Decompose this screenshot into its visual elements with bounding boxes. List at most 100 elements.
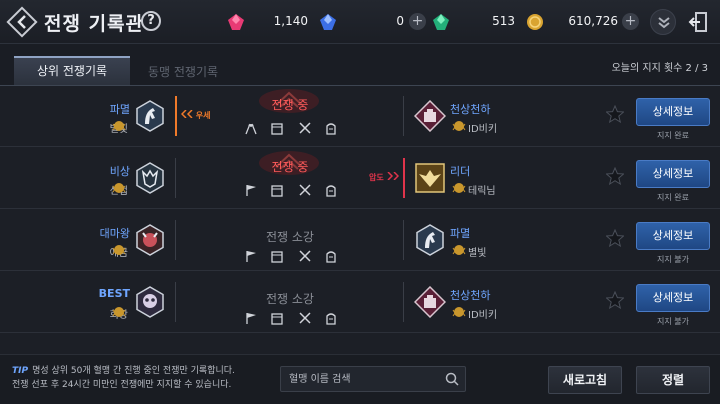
- war-stat-icons: [240, 310, 344, 326]
- left-divider: [175, 282, 176, 322]
- rank-medal-icon: [452, 183, 466, 193]
- clan-search-box: [280, 366, 466, 392]
- right-divider: [403, 282, 404, 322]
- tip-line-2: 전쟁 선포 후 24시간 미만인 전쟁에만 지지할 수 있습니다.: [12, 380, 232, 390]
- tip-text: TIP 명성 상위 50개 혈맹 간 진행 중인 전쟁만 기록합니다. 전쟁 선포…: [12, 364, 235, 392]
- crossed-swords-icon: [298, 120, 312, 134]
- exit-door-icon: [688, 12, 707, 32]
- currency-gold: 610,726: [525, 10, 618, 34]
- dominant-badge: 압도: [369, 171, 399, 183]
- help-button[interactable]: ?: [141, 11, 161, 31]
- right-divider: [403, 96, 404, 136]
- page-title: 전쟁 기록관: [44, 13, 145, 35]
- rank-medal-icon: [452, 245, 466, 255]
- clan-emblem-castle-icon: [414, 286, 446, 318]
- dominant-divider: [403, 158, 405, 198]
- back-chevron-icon: [6, 6, 38, 38]
- currency-blue-gem: 0: [318, 10, 404, 34]
- calendar-icon: [270, 248, 284, 263]
- favorite-star-icon[interactable]: [606, 291, 624, 309]
- crossed-swords-icon: [298, 310, 312, 324]
- exit-button[interactable]: [685, 9, 711, 35]
- support-status: 지지 완료: [657, 131, 689, 140]
- left-clan-name: 대마왕: [99, 227, 130, 240]
- dominant-label: 압도: [369, 173, 384, 182]
- tab-alliance-war-record[interactable]: 동맹 전쟁기록: [148, 63, 218, 80]
- left-clan-name: 파멸: [109, 103, 130, 116]
- clan-emblem-skull-icon: [136, 286, 164, 318]
- detail-button[interactable]: 상세정보: [636, 160, 710, 188]
- gold-coin-icon: [527, 14, 543, 30]
- war-row: 비상 신법 전쟁 중 압도 리더 테릭님: [0, 148, 720, 209]
- tab-top-war-record[interactable]: 상위 전쟁기록: [14, 56, 130, 86]
- green-gem-icon: [433, 14, 449, 30]
- tombstone-icon: [324, 310, 338, 325]
- right-clan-name: 리더: [450, 165, 471, 178]
- calendar-icon: [270, 182, 284, 197]
- support-status: 지지 불가: [657, 317, 689, 326]
- advantage-divider: [175, 96, 177, 136]
- rank-medal-icon: [112, 183, 126, 193]
- war-stat-icons: [240, 182, 344, 198]
- clan-emblem-demon-icon: [136, 224, 164, 256]
- tip-label: TIP: [12, 366, 29, 376]
- war-status: 전쟁 중: [271, 98, 309, 112]
- double-chevron-down-icon: [658, 17, 670, 29]
- crossed-flags-icon: [244, 120, 258, 135]
- tab-bar: 상위 전쟁기록 동맹 전쟁기록 오늘의 지지 횟수 2 / 3: [0, 44, 720, 86]
- war-row: 대마왕 애금 전쟁 소강 파멸 별빛 상세정보 지지 불가: [0, 210, 720, 271]
- currency-red-gem: 1,140: [226, 10, 308, 34]
- right-clan-leader: 별빛: [468, 248, 487, 259]
- currency-value: 610,726: [568, 14, 618, 28]
- rank-medal-icon: [112, 245, 126, 255]
- back-button[interactable]: [6, 6, 38, 38]
- rank-medal-icon: [112, 121, 126, 131]
- war-status: 전쟁 소강: [266, 230, 314, 244]
- left-clan-name: 비상: [109, 165, 130, 178]
- crossed-swords-icon: [298, 182, 312, 196]
- favorite-star-icon[interactable]: [606, 229, 624, 247]
- clan-emblem-wolf-icon: [136, 162, 164, 194]
- war-stat-icons: [240, 120, 344, 136]
- rank-medal-icon: [452, 307, 466, 317]
- right-clan-leader: ID비키: [468, 124, 498, 135]
- currency-value: 513: [492, 14, 515, 28]
- tombstone-icon: [324, 248, 338, 263]
- clan-search-input[interactable]: [281, 367, 441, 391]
- support-status: 지지 불가: [657, 255, 689, 264]
- currency-value: 1,140: [273, 14, 308, 28]
- right-clan-leader: 테릭님: [468, 186, 496, 197]
- right-clan-name: 천상천하: [450, 289, 491, 302]
- right-clan-leader: ID비키: [468, 310, 498, 321]
- detail-button[interactable]: 상세정보: [636, 222, 710, 250]
- tombstone-icon: [324, 182, 338, 197]
- right-clan-name: 파멸: [450, 227, 471, 240]
- refresh-button[interactable]: 새로고침: [548, 366, 622, 394]
- favorite-star-icon[interactable]: [606, 105, 624, 123]
- flag-icon: [244, 310, 258, 324]
- detail-button[interactable]: 상세정보: [636, 284, 710, 312]
- rank-medal-icon: [452, 121, 466, 131]
- calendar-icon: [270, 120, 284, 135]
- clan-emblem-horse-icon: [416, 224, 444, 256]
- flag-icon: [244, 248, 258, 262]
- add-blue-gem-button[interactable]: +: [409, 13, 426, 30]
- bottom-bar: TIP 명성 상위 50개 혈맹 간 진행 중인 전쟁만 기록합니다. 전쟁 선포…: [0, 354, 720, 404]
- war-stat-icons: [240, 248, 344, 264]
- collapse-menu-button[interactable]: [650, 9, 676, 35]
- advantage-label: 우세: [195, 111, 211, 120]
- tip-line-1: 명성 상위 50개 혈맹 간 진행 중인 전쟁만 기록합니다.: [32, 366, 235, 376]
- favorite-star-icon[interactable]: [606, 167, 624, 185]
- double-left-arrow-icon: [180, 109, 193, 119]
- add-gold-button[interactable]: +: [622, 13, 639, 30]
- sort-button[interactable]: 정렬: [636, 366, 710, 394]
- calendar-icon: [270, 310, 284, 325]
- war-record-list[interactable]: 파멸 별빛 우세 전쟁 중 천상천하 ID비키: [0, 86, 720, 354]
- support-status: 지지 완료: [657, 193, 689, 202]
- support-count: 오늘의 지지 횟수 2 / 3: [611, 63, 708, 74]
- detail-button[interactable]: 상세정보: [636, 98, 710, 126]
- left-clan-name: BEST: [98, 287, 130, 300]
- currency-green-gem: 513: [431, 10, 515, 34]
- advantage-badge: 우세: [180, 109, 211, 121]
- search-icon[interactable]: [445, 372, 459, 386]
